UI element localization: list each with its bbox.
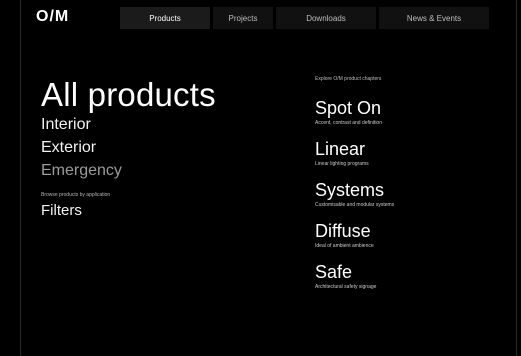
- product-linear[interactable]: Linear Linear lighting programs: [315, 139, 505, 167]
- product-name: Diffuse: [315, 221, 371, 241]
- top-nav: O/M Products Projects Downloads News & E…: [21, 2, 516, 33]
- product-desc: Accent, contrast and definition: [315, 120, 382, 126]
- tab-products[interactable]: Products: [120, 7, 210, 29]
- product-systems[interactable]: Systems Customisable and modular systems: [315, 180, 505, 208]
- category-emergency[interactable]: Emergency: [41, 159, 216, 182]
- product-desc: Architectural safety signage: [315, 284, 377, 290]
- product-name: Safe: [315, 262, 353, 282]
- explore-heading: Explore O/M product chapters: [315, 76, 382, 82]
- product-name: Spot On: [315, 98, 382, 118]
- products-section: All products Interior Exterior Emergency…: [41, 76, 216, 220]
- page-frame: O/M Products Projects Downloads News & E…: [20, 0, 517, 356]
- product-desc: Customisable and modular systems: [315, 202, 395, 208]
- product-spot-on[interactable]: Spot On Accent, contrast and definition: [315, 98, 505, 126]
- browse-text: Browse products by application: [41, 192, 111, 198]
- product-safe[interactable]: Safe Architectural safety signage: [315, 262, 505, 290]
- tab-news-events[interactable]: News & Events: [379, 7, 489, 29]
- page-title: All products: [41, 76, 216, 113]
- category-exterior[interactable]: Exterior: [41, 136, 216, 159]
- tab-downloads[interactable]: Downloads: [276, 7, 376, 29]
- nav-tabs: Products Projects Downloads News & Event…: [120, 7, 492, 29]
- tab-projects[interactable]: Projects: [213, 7, 273, 29]
- product-name: Systems: [315, 180, 385, 200]
- product-desc: Linear lighting programs: [315, 161, 369, 167]
- product-desc: Ideal of ambient ambience: [315, 243, 374, 249]
- category-interior[interactable]: Interior: [41, 113, 216, 136]
- product-name: Linear: [315, 139, 366, 159]
- filters-button[interactable]: Filters: [41, 202, 216, 219]
- brand-logo[interactable]: O/M: [36, 8, 69, 26]
- product-diffuse[interactable]: Diffuse Ideal of ambient ambience: [315, 221, 505, 249]
- product-chapters: Explore O/M product chapters Spot On Acc…: [315, 76, 505, 303]
